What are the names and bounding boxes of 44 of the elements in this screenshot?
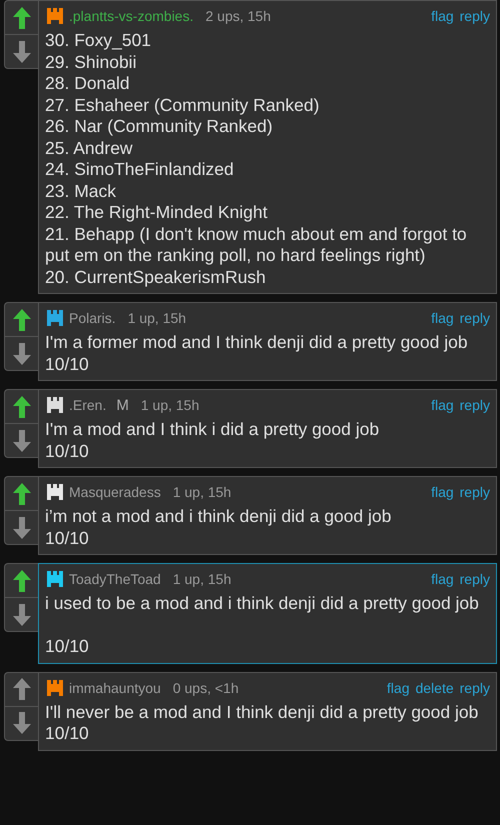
upvote-arrow-icon[interactable] — [12, 308, 32, 332]
vote-time-meta: 1 up, 15h — [172, 571, 232, 587]
action-link[interactable]: reply — [460, 8, 490, 24]
action-link[interactable]: flag — [431, 484, 454, 500]
upvote-arrow-icon[interactable] — [12, 568, 32, 592]
action-link[interactable]: reply — [460, 397, 490, 413]
action-link[interactable]: reply — [460, 310, 490, 326]
comment-text: I'll never be a mod and I think denji did a pretty good job 10/10 — [45, 702, 480, 744]
comment-text: i used to be a mod and i think denji did a pretty good job 10/10 — [45, 593, 480, 658]
upvote-arrow-icon[interactable] — [12, 482, 32, 506]
downvote-arrow-icon[interactable] — [12, 516, 32, 540]
comment-text: 30. Foxy_501 29. Shinobii 28. Donald 27. Eshaheer (Community Ranked) 26. Nar (Community Ranked) 25. Andrew 24. SimoTheFinlandized 23. Mack 22. The Right-Minded Knight 21. Behapp (I don't know much about em and forgot to put em on the ranking poll, no hard feelings right) 20. CurrentSpeakerismRush — [45, 30, 468, 288]
vote-time-meta: 2 ups, 15h — [205, 8, 271, 24]
comment-text: I'm a mod and I think i did a pretty good job 10/10 — [45, 419, 380, 462]
downvote-arrow-icon[interactable] — [12, 428, 32, 452]
action-link[interactable]: reply — [460, 680, 490, 696]
action-link[interactable]: flag — [431, 8, 454, 24]
username[interactable]: Masqueradess — [69, 484, 161, 500]
action-link[interactable]: flag — [431, 397, 454, 413]
comment-text: i’m not a mod and i think denji did a good job 10/10 — [45, 506, 392, 549]
username[interactable]: .plantts-vs-zombies. — [69, 8, 194, 24]
comment-text: I'm a former mod and I think denji did a pretty good job 10/10 — [45, 332, 469, 375]
username[interactable]: Polaris. — [69, 310, 116, 326]
downvote-arrow-icon[interactable] — [12, 711, 32, 735]
username[interactable]: .Eren. — [69, 397, 106, 413]
upvote-arrow-icon[interactable] — [12, 394, 32, 418]
vote-time-meta: 0 ups, <1h — [172, 680, 239, 696]
upvote-arrow-icon[interactable] — [12, 6, 32, 30]
action-link[interactable]: delete — [415, 680, 454, 696]
username[interactable]: immahauntyou — [69, 680, 161, 696]
action-link[interactable]: reply — [460, 484, 490, 500]
downvote-arrow-icon[interactable] — [12, 40, 32, 64]
username[interactable]: ToadyTheToad — [69, 571, 161, 587]
vote-time-meta: 1 up, 15h — [172, 484, 232, 500]
action-link[interactable]: flag — [386, 680, 410, 696]
upvote-arrow-icon[interactable] — [12, 677, 32, 701]
vote-time-meta: 1 up, 15h — [128, 310, 186, 326]
downvote-arrow-icon[interactable] — [12, 602, 32, 626]
action-link[interactable]: flag — [431, 310, 454, 326]
downvote-arrow-icon[interactable] — [12, 342, 32, 366]
vote-time-meta: 1 up, 15h — [140, 397, 200, 413]
action-link[interactable]: flag — [431, 571, 454, 587]
mod-label: M — [116, 396, 129, 414]
action-link[interactable]: reply — [460, 571, 490, 587]
